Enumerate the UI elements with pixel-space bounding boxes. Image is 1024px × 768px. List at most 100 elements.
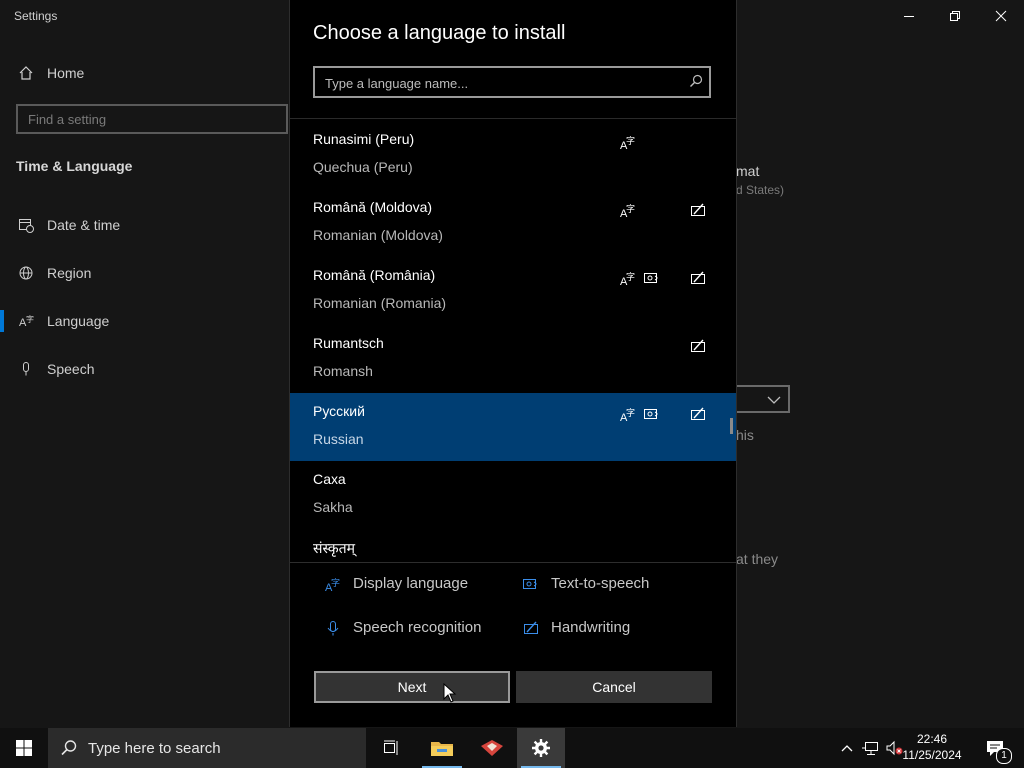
close-button[interactable] xyxy=(978,0,1024,32)
find-setting-input[interactable]: Find a setting xyxy=(16,104,288,134)
legend-handwriting-label: Handwriting xyxy=(551,619,631,636)
list-top-divider xyxy=(290,118,736,119)
language-list[interactable]: Runasimi (Peru) Quechua (Peru) A字 Română… xyxy=(290,121,736,561)
legend-text-to-speech: Text-to-speech xyxy=(521,575,649,592)
settings-app-button[interactable] xyxy=(517,728,565,768)
taskbar-clock[interactable]: 22:46 11/25/2024 xyxy=(900,731,964,763)
display-language-icon: A字 xyxy=(620,202,636,218)
microphone-icon xyxy=(16,361,36,377)
minimize-button[interactable] xyxy=(886,0,932,32)
restore-button[interactable] xyxy=(932,0,978,32)
handwriting-icon xyxy=(690,406,706,422)
legend-text-to-speech-label: Text-to-speech xyxy=(551,575,650,592)
nav-language-label: Language xyxy=(47,313,110,329)
language-native-name: Runasimi (Peru) xyxy=(313,131,415,147)
legend-handwriting: Handwriting xyxy=(521,619,630,636)
language-english-name: Russian xyxy=(313,431,364,447)
file-explorer-button[interactable] xyxy=(418,728,466,768)
restore-icon xyxy=(950,11,960,21)
find-setting-placeholder: Find a setting xyxy=(28,112,107,127)
search-icon xyxy=(61,740,77,756)
peek-format-text: mat xyxy=(736,163,760,179)
peek-region-text: d States) xyxy=(736,183,785,197)
section-title: Time & Language xyxy=(16,158,133,174)
language-english-name: Sakha xyxy=(313,499,353,515)
handwriting-icon xyxy=(690,270,706,286)
text-to-speech-icon xyxy=(521,576,541,592)
gear-icon xyxy=(532,739,550,757)
svg-text:字: 字 xyxy=(626,135,635,147)
svg-text:字: 字 xyxy=(26,314,34,324)
legend-display-language-label: Display language xyxy=(353,575,469,592)
language-search-input[interactable] xyxy=(323,72,677,94)
action-center-button[interactable]: 1 xyxy=(978,728,1012,768)
language-item-quechua-peru[interactable]: Runasimi (Peru) Quechua (Peru) A字 xyxy=(290,121,736,189)
display-language-icon: A字 xyxy=(620,134,636,150)
legend-speech-recognition: Speech recognition xyxy=(323,619,481,636)
language-native-name: Русский xyxy=(313,403,365,419)
language-english-name: Romanian (Moldova) xyxy=(313,227,443,243)
svg-text:字: 字 xyxy=(626,203,635,215)
search-icon[interactable] xyxy=(689,74,703,88)
taskbar-search-placeholder: Type here to search xyxy=(88,740,221,757)
app-button-red[interactable] xyxy=(468,728,516,768)
chevron-down-icon xyxy=(767,396,781,404)
nav-region[interactable]: Region xyxy=(0,253,288,293)
nav-date-time-label: Date & time xyxy=(47,217,121,233)
svg-text:字: 字 xyxy=(626,271,635,283)
nav-language[interactable]: A字 Language xyxy=(0,301,288,341)
language-search-box[interactable] xyxy=(313,66,711,98)
clock-time: 22:46 xyxy=(916,732,948,746)
handwriting-icon xyxy=(690,202,706,218)
dialog-title: Choose a language to install xyxy=(313,22,566,44)
peek-that-they-text: at they xyxy=(736,551,779,567)
taskbar-search-box[interactable]: Type here to search xyxy=(48,728,366,768)
svg-text:字: 字 xyxy=(331,577,340,589)
close-icon xyxy=(995,10,1007,22)
start-button[interactable] xyxy=(0,728,48,768)
nav-date-time[interactable]: Date & time xyxy=(0,205,288,245)
window-title: Settings xyxy=(14,9,58,23)
text-to-speech-icon xyxy=(643,406,661,422)
language-item-romanian-romania[interactable]: Română (România) Romanian (Romania) A字 xyxy=(290,257,736,325)
nav-home[interactable]: Home xyxy=(0,53,288,93)
language-item-russian[interactable]: Русский Russian A字 xyxy=(290,393,736,461)
minimize-icon xyxy=(904,16,914,17)
language-item-sakha[interactable]: Саха Sakha xyxy=(290,461,736,529)
display-language-icon: A字 xyxy=(323,576,343,592)
handwriting-icon xyxy=(521,620,541,636)
language-item-sanskrit[interactable]: संस्कृतम् xyxy=(290,529,736,561)
red-app-icon xyxy=(481,740,503,756)
cancel-button[interactable]: Cancel xyxy=(516,671,712,703)
task-view-button[interactable] xyxy=(368,728,416,768)
language-item-romanian-moldova[interactable]: Română (Moldova) Romanian (Moldova) A字 xyxy=(290,189,736,257)
nav-region-label: Region xyxy=(47,265,92,281)
clock-date: 11/25/2024 xyxy=(902,748,962,762)
svg-text:字: 字 xyxy=(626,407,635,419)
language-item-romansh[interactable]: Rumantsch Romansh xyxy=(290,325,736,393)
display-language-icon: A字 xyxy=(620,270,636,286)
language-english-name: Romanian (Romania) xyxy=(313,295,447,311)
globe-icon xyxy=(16,265,36,281)
folder-icon xyxy=(431,742,453,756)
language-native-name: संस्कृतम् xyxy=(313,541,356,557)
list-scrollbar-thumb[interactable] xyxy=(730,418,733,434)
language-icon: A字 xyxy=(16,313,36,329)
home-icon xyxy=(16,65,36,81)
language-native-name: Română (România) xyxy=(313,267,436,283)
nav-speech[interactable]: Speech xyxy=(0,349,288,389)
network-icon xyxy=(862,742,878,755)
display-language-icon: A字 xyxy=(620,406,636,422)
next-button[interactable]: Next xyxy=(314,671,510,703)
taskbar: Type here to search 22:46 11/25/2024 1 xyxy=(0,728,1024,768)
peek-dropdown[interactable] xyxy=(735,385,790,413)
notification-count-badge: 1 xyxy=(996,748,1012,764)
mouse-pointer-icon xyxy=(443,683,457,703)
legend-speech-recognition-label: Speech recognition xyxy=(353,619,482,636)
network-tray-button[interactable] xyxy=(860,728,880,768)
chevron-up-icon xyxy=(841,745,853,752)
show-hidden-icons-button[interactable] xyxy=(838,728,856,768)
nav-home-label: Home xyxy=(47,65,85,81)
handwriting-icon xyxy=(690,338,706,354)
language-english-name: Quechua (Peru) xyxy=(313,159,413,175)
